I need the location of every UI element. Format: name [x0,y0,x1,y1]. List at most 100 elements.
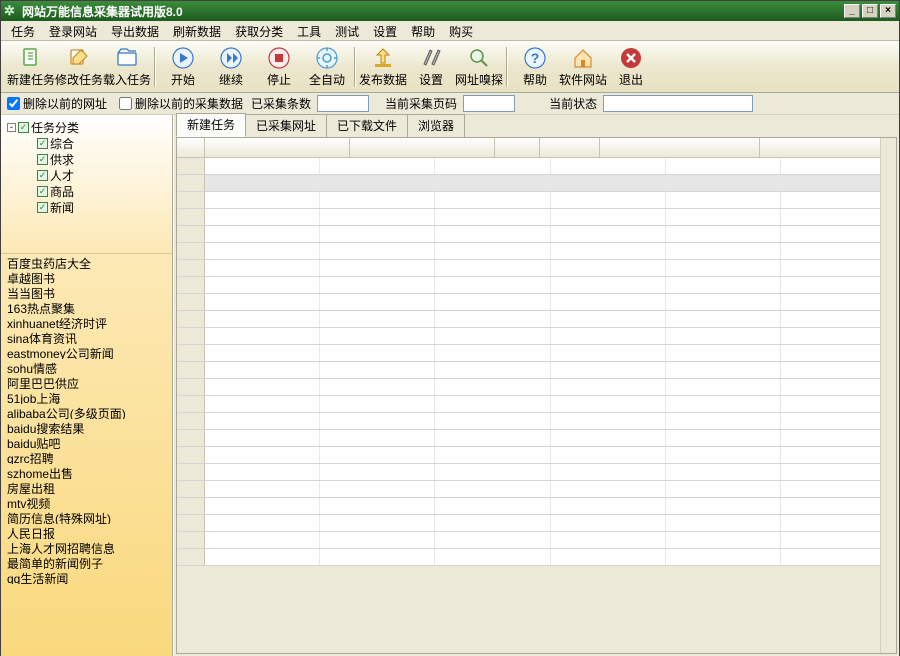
grid-cell[interactable] [551,481,666,497]
toolbar-sniff-button[interactable]: 网址嗅探 [455,43,503,90]
grid-cell[interactable] [435,481,550,497]
list-item[interactable]: alibaba公司(多级页面) [1,404,172,419]
grid-cell[interactable] [320,192,435,208]
toolbar-publish-button[interactable]: 发布数据 [359,43,407,90]
table-row[interactable] [177,498,896,515]
grid-cell[interactable] [320,362,435,378]
grid-cell[interactable] [435,532,550,548]
grid-cell[interactable] [205,413,320,429]
grid-cell[interactable] [320,345,435,361]
grid-cell[interactable] [205,158,320,174]
grid-cell[interactable] [551,192,666,208]
collapse-icon[interactable]: - [7,123,16,132]
table-row[interactable] [177,396,896,413]
table-row[interactable] [177,226,896,243]
toolbar-auto-button[interactable]: 全自动 [303,43,351,90]
toolbar-home-button[interactable]: 软件网站 [559,43,607,90]
grid-header-cell[interactable] [177,138,205,157]
grid-cell[interactable] [551,209,666,225]
menu-获取分类[interactable]: 获取分类 [229,22,289,41]
grid-cell[interactable] [320,311,435,327]
grid-cell[interactable] [781,447,896,463]
grid-cell[interactable] [666,362,781,378]
menu-导出数据[interactable]: 导出数据 [105,22,165,41]
grid-cell[interactable] [435,260,550,276]
grid-header-cell[interactable] [495,138,540,157]
list-item[interactable]: 阿里巴巴供应 [1,374,172,389]
grid-cell[interactable] [666,481,781,497]
list-item[interactable]: sina体育资讯 [1,329,172,344]
grid-cell[interactable] [781,515,896,531]
grid-cell[interactable] [781,294,896,310]
grid-header-cell[interactable] [600,138,760,157]
grid-cell[interactable] [666,328,781,344]
grid-cell[interactable] [666,345,781,361]
list-item[interactable]: sohu情感 [1,359,172,374]
list-item[interactable]: eastmoney公司新闻 [1,344,172,359]
toolbar-help-button[interactable]: ?帮助 [511,43,559,90]
table-row[interactable] [177,345,896,362]
list-item[interactable]: 51job上海 [1,389,172,404]
grid-cell[interactable] [205,362,320,378]
grid-cell[interactable] [320,175,435,191]
current-status-input[interactable] [603,95,753,112]
tree-item[interactable]: 商品 [7,183,168,199]
list-item[interactable]: qzrc招聘 [1,449,172,464]
list-item[interactable]: baidu贴吧 [1,434,172,449]
grid-cell[interactable] [551,447,666,463]
list-item[interactable]: 163热点聚集 [1,299,172,314]
grid-header-cell[interactable] [350,138,495,157]
grid-cell[interactable] [551,379,666,395]
grid-cell[interactable] [551,498,666,514]
tree-item[interactable]: 新闻 [7,199,168,215]
grid-cell[interactable] [320,158,435,174]
grid-cell[interactable] [205,481,320,497]
toolbar-settings-button[interactable]: 设置 [407,43,455,90]
tree-check-icon[interactable] [37,202,48,213]
grid-cell[interactable] [666,515,781,531]
grid-cell[interactable] [435,294,550,310]
grid-cell[interactable] [666,260,781,276]
grid-cell[interactable] [435,345,550,361]
grid-cell[interactable] [205,447,320,463]
grid-cell[interactable] [435,277,550,293]
grid-cell[interactable] [666,277,781,293]
grid-cell[interactable] [205,345,320,361]
grid-cell[interactable] [551,396,666,412]
grid-cell[interactable] [781,158,896,174]
list-item[interactable]: 卓越图书 [1,269,172,284]
toolbar-load-button[interactable]: 载入任务 [103,43,151,90]
grid-cell[interactable] [781,260,896,276]
grid-cell[interactable] [551,345,666,361]
grid-cell[interactable] [435,328,550,344]
list-item[interactable]: szhome出售 [1,464,172,479]
grid-cell[interactable] [666,175,781,191]
grid-cell[interactable] [666,294,781,310]
grid-cell[interactable] [666,192,781,208]
toolbar-edit-button[interactable]: 修改任务 [55,43,103,90]
tab-3[interactable]: 浏览器 [407,114,465,137]
list-item[interactable]: 当当图书 [1,284,172,299]
grid-cell[interactable] [435,379,550,395]
table-row[interactable] [177,362,896,379]
tab-0[interactable]: 新建任务 [176,113,246,137]
maximize-button[interactable]: □ [862,4,878,18]
grid-header-cell[interactable] [205,138,350,157]
collected-count-input[interactable] [317,95,369,112]
table-row[interactable] [177,311,896,328]
grid-cell[interactable] [320,379,435,395]
table-row[interactable] [177,481,896,498]
menu-购买[interactable]: 购买 [443,22,479,41]
grid-cell[interactable] [435,311,550,327]
grid-cell[interactable] [551,260,666,276]
grid-cell[interactable] [666,209,781,225]
grid-cell[interactable] [435,515,550,531]
grid-cell[interactable] [666,379,781,395]
grid-cell[interactable] [781,481,896,497]
grid-cell[interactable] [551,464,666,480]
grid-cell[interactable] [781,192,896,208]
close-button[interactable]: × [880,4,896,18]
grid-cell[interactable] [320,464,435,480]
grid-cell[interactable] [666,464,781,480]
tab-1[interactable]: 已采集网址 [245,114,327,137]
